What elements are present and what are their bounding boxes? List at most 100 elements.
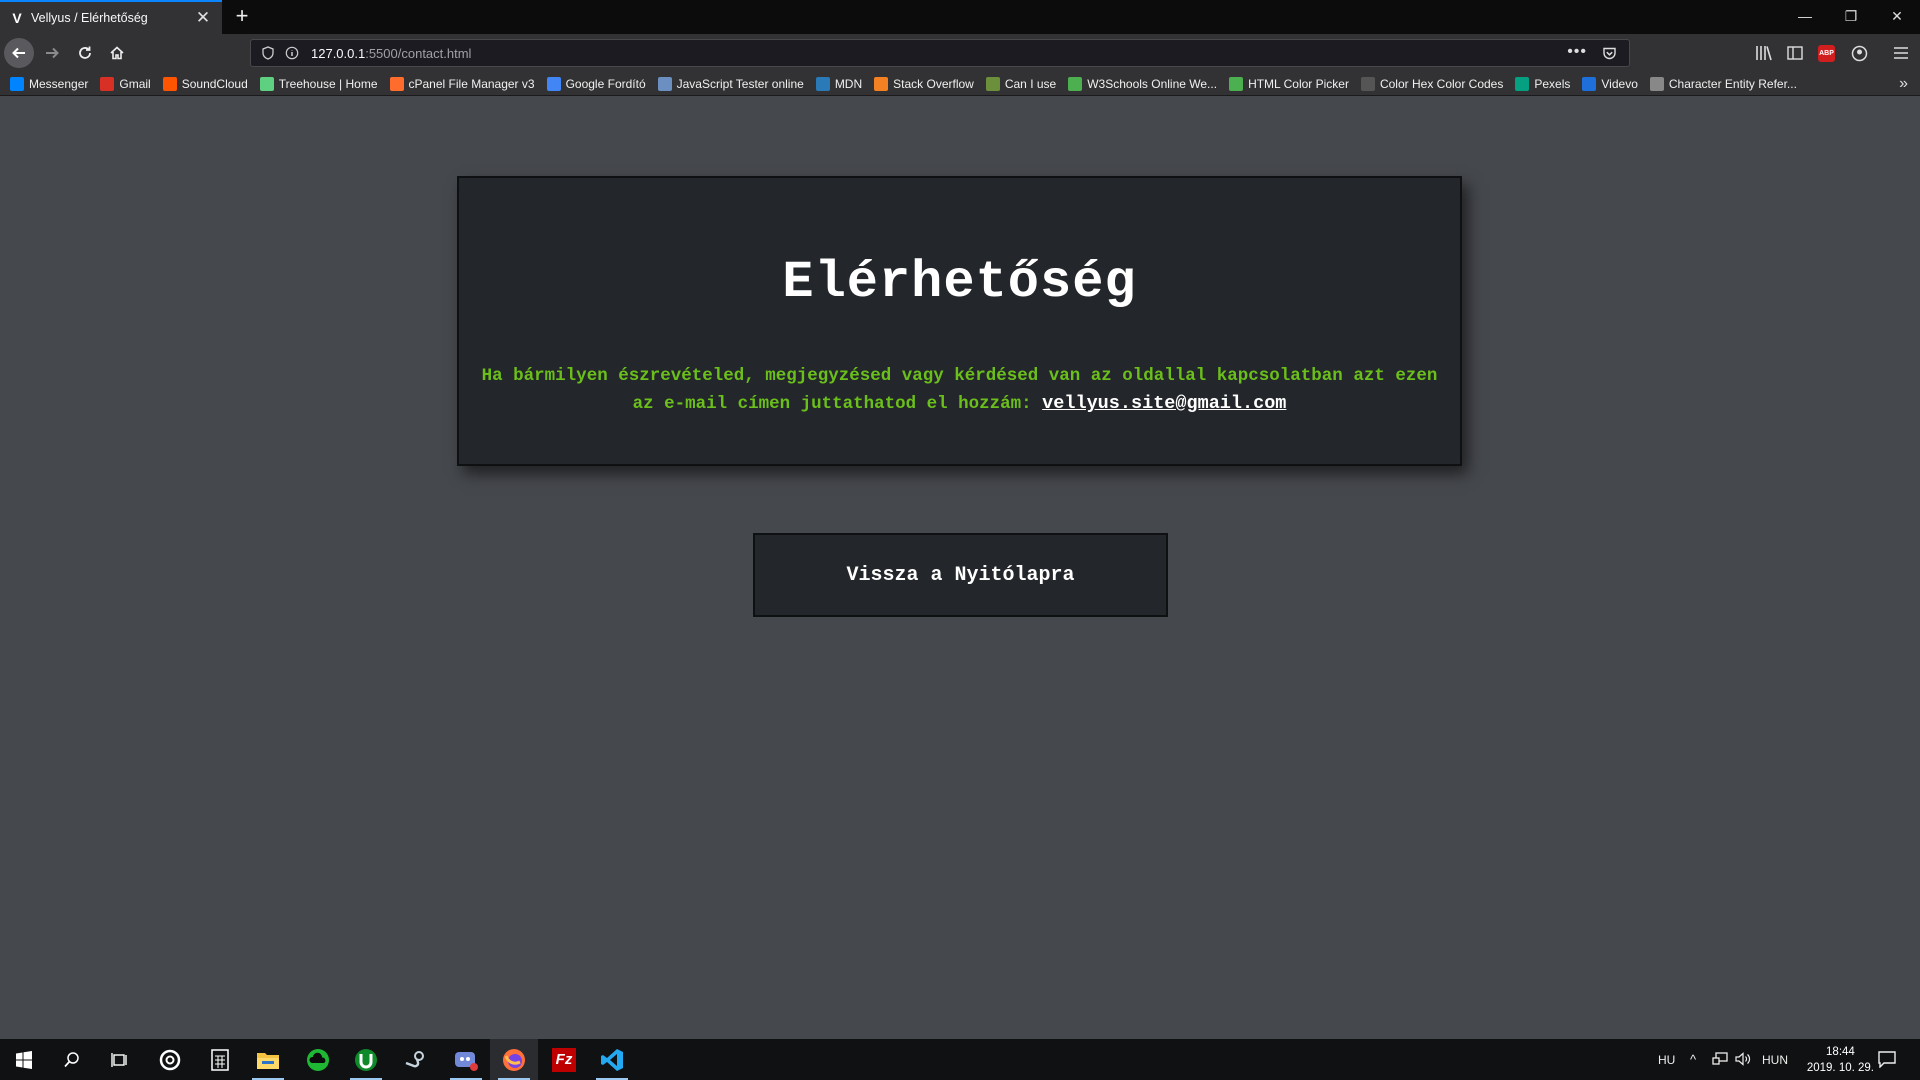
search-icon bbox=[64, 1051, 79, 1067]
bookmark-item[interactable]: JavaScript Tester online bbox=[657, 76, 804, 91]
address-bar[interactable]: 127.0.0.1:5500/contact.html ••• bbox=[250, 39, 1630, 67]
grid-icon bbox=[657, 76, 672, 91]
contact-card: Elérhetőség Ha bármilyen észrevételed, m… bbox=[457, 176, 1462, 466]
volume-icon[interactable] bbox=[1735, 1052, 1751, 1066]
sidebar-icon[interactable] bbox=[1787, 45, 1803, 61]
adblock-icon[interactable]: ABP bbox=[1818, 45, 1835, 62]
reload-icon bbox=[79, 46, 91, 59]
firefox-icon bbox=[503, 1048, 525, 1071]
contact-message: Ha bármilyen észrevételed, megjegyzésed … bbox=[481, 366, 1438, 414]
soundcloud-icon bbox=[162, 76, 177, 91]
restore-icon[interactable]: ❐ bbox=[1828, 0, 1874, 32]
start-button[interactable] bbox=[0, 1039, 48, 1080]
bookmark-item[interactable]: Color Hex Color Codes bbox=[1360, 76, 1504, 91]
page-viewport: Elérhetőség Ha bármilyen észrevételed, m… bbox=[0, 97, 1920, 1039]
w3schools-icon bbox=[1229, 76, 1244, 91]
taskbar-app-filezilla[interactable]: Fz bbox=[540, 1039, 588, 1080]
taskbar-app-steam[interactable] bbox=[392, 1039, 440, 1080]
task-view-button[interactable] bbox=[96, 1039, 144, 1080]
minimize-icon[interactable]: — bbox=[1782, 0, 1828, 32]
language-indicator[interactable]: HUN bbox=[1762, 1039, 1788, 1080]
taskbar-app-utorrent[interactable] bbox=[342, 1039, 390, 1080]
taskbar-app-discord[interactable] bbox=[442, 1039, 490, 1080]
cloud-icon bbox=[307, 1048, 329, 1071]
bookmark-item[interactable]: Messenger bbox=[10, 76, 88, 91]
menu-icon[interactable] bbox=[1893, 46, 1909, 60]
stackoverflow-icon bbox=[874, 76, 889, 91]
info-icon[interactable] bbox=[285, 46, 299, 60]
library-icon[interactable] bbox=[1755, 45, 1773, 61]
bookmark-label: Gmail bbox=[119, 76, 151, 91]
bookmark-item[interactable]: cPanel File Manager v3 bbox=[389, 76, 535, 91]
filezilla-icon: Fz bbox=[552, 1047, 576, 1072]
bookmark-label: W3Schools Online We... bbox=[1087, 76, 1218, 91]
arrow-right-icon bbox=[46, 47, 59, 59]
network-icon[interactable] bbox=[1712, 1052, 1728, 1066]
close-window-icon[interactable]: ✕ bbox=[1874, 0, 1920, 32]
utorrent-icon bbox=[355, 1048, 377, 1071]
taskbar-app-calculator[interactable] bbox=[196, 1039, 244, 1080]
account-icon[interactable] bbox=[1851, 45, 1868, 62]
bookmark-label: JavaScript Tester online bbox=[676, 76, 804, 91]
w3schools-icon bbox=[1068, 76, 1083, 91]
task-view-icon bbox=[111, 1052, 127, 1067]
page-actions-icon[interactable]: ••• bbox=[1567, 43, 1587, 61]
bookmark-item[interactable]: MDN bbox=[815, 76, 862, 91]
bookmark-item[interactable]: Gmail bbox=[100, 76, 151, 91]
gmail-icon bbox=[100, 76, 115, 91]
back-to-home-button[interactable]: Vissza a Nyitólapra bbox=[753, 533, 1168, 617]
bookmark-label: HTML Color Picker bbox=[1248, 76, 1349, 91]
arrow-left-icon bbox=[12, 47, 25, 59]
bookmark-item[interactable]: Character Entity Refer... bbox=[1649, 76, 1797, 91]
email-link[interactable]: vellyus.site@gmail.com bbox=[1042, 393, 1286, 414]
close-tab-icon[interactable]: ✕ bbox=[194, 9, 212, 27]
pocket-icon[interactable] bbox=[1602, 46, 1617, 61]
taskbar-app-vscode[interactable] bbox=[588, 1039, 636, 1080]
search-button[interactable] bbox=[48, 1039, 96, 1080]
globe-icon bbox=[1649, 76, 1664, 91]
clock-time: 18:44 bbox=[1826, 1046, 1855, 1058]
mdn-icon bbox=[815, 76, 830, 91]
home-button[interactable] bbox=[102, 38, 132, 68]
new-tab-button[interactable]: + bbox=[230, 4, 254, 28]
bookmark-item[interactable]: Videvo bbox=[1582, 76, 1638, 91]
clock[interactable]: 18:44 2019. 10. 29. bbox=[1807, 1044, 1874, 1076]
bookmark-item[interactable]: SoundCloud bbox=[162, 76, 248, 91]
bookmark-item[interactable]: Treehouse | Home bbox=[259, 76, 378, 91]
vscode-icon bbox=[601, 1048, 623, 1071]
bookmark-item[interactable]: Google Fordító bbox=[546, 76, 646, 91]
bookmark-label: Google Fordító bbox=[565, 76, 646, 91]
bookmark-label: Stack Overflow bbox=[893, 76, 974, 91]
taskbar-app-firefox[interactable] bbox=[490, 1039, 538, 1080]
bookmark-item[interactable]: Stack Overflow bbox=[874, 76, 974, 91]
back-button[interactable] bbox=[4, 38, 34, 68]
bookmark-item[interactable]: HTML Color Picker bbox=[1229, 76, 1349, 91]
notifications-icon[interactable] bbox=[1878, 1051, 1896, 1068]
bookmark-label: Color Hex Color Codes bbox=[1379, 76, 1504, 91]
bookmark-item[interactable]: Can I use bbox=[985, 76, 1056, 91]
chevron-right-double-icon[interactable]: » bbox=[1899, 75, 1908, 93]
treehouse-icon bbox=[259, 76, 274, 91]
caniuse-icon bbox=[985, 76, 1000, 91]
page-title: Elérhetőség bbox=[782, 253, 1137, 312]
windows-icon bbox=[16, 1050, 32, 1069]
bookmark-item[interactable]: Pexels bbox=[1515, 76, 1570, 91]
chevron-up-icon[interactable]: ^ bbox=[1690, 1039, 1696, 1080]
taskbar-app-explorer[interactable] bbox=[244, 1039, 292, 1080]
forward-button[interactable] bbox=[37, 38, 67, 68]
navigation-toolbar: 127.0.0.1:5500/contact.html ••• ABP bbox=[0, 34, 1920, 72]
taskbar-app-cortana[interactable] bbox=[146, 1039, 194, 1080]
url-text[interactable]: 127.0.0.1:5500/contact.html bbox=[311, 46, 471, 61]
colorhex-icon bbox=[1360, 76, 1375, 91]
tab-active[interactable]: V Vellyus / Elérhetőség ✕ bbox=[0, 0, 222, 34]
reload-button[interactable] bbox=[70, 38, 100, 68]
taskbar: Fz HU ^ HUN 18:44 2019. 10. 29. bbox=[0, 1039, 1920, 1080]
taskbar-app-cloud[interactable] bbox=[294, 1039, 342, 1080]
shield-icon[interactable] bbox=[261, 46, 275, 60]
language-short[interactable]: HU bbox=[1658, 1039, 1675, 1080]
steam-icon bbox=[405, 1050, 424, 1067]
clock-date: 2019. 10. 29. bbox=[1806, 1062, 1874, 1074]
home-icon bbox=[110, 46, 124, 60]
bookmark-item[interactable]: W3Schools Online We... bbox=[1068, 76, 1218, 91]
tab-strip: V Vellyus / Elérhetőség ✕ + — ❐ ✕ bbox=[0, 0, 1920, 34]
